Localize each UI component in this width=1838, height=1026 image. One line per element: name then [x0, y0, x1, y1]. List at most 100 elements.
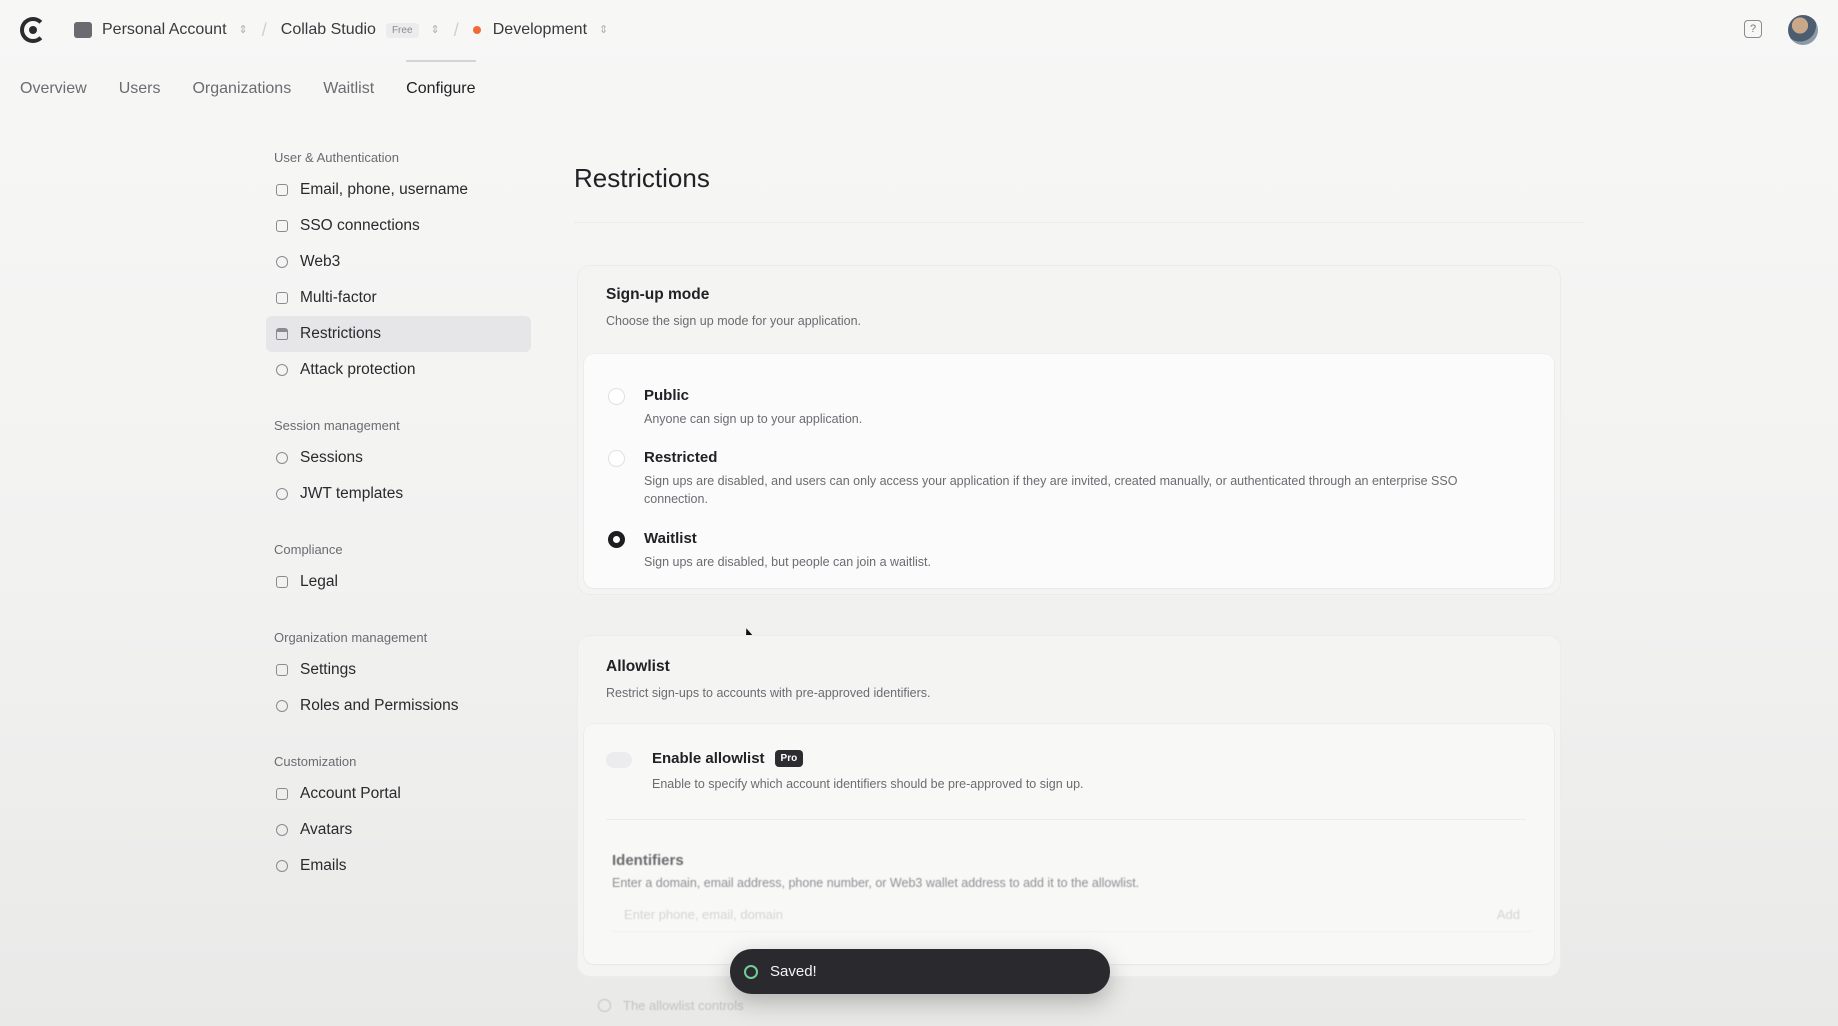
sso-icon [276, 220, 288, 232]
environment-switcher[interactable]: Development ⇕ [472, 21, 609, 39]
signup-mode-description: Choose the sign up mode for your applica… [606, 314, 862, 328]
lock-icon [276, 328, 288, 340]
sidebar-item-label: Attack protection [300, 361, 416, 378]
footer-note-text: The allowlist controls [623, 998, 744, 1013]
allowlist-card: Allowlist Restrict sign-ups to accounts … [578, 636, 1560, 976]
sidebar-item-label: Settings [300, 661, 357, 678]
environment-name: Development [492, 21, 588, 38]
sidebar-item-multi-factor[interactable]: Multi-factor [266, 280, 531, 316]
sidebar-item-attack-protection[interactable]: Attack protection [266, 352, 531, 388]
help-icon[interactable]: ? [1744, 20, 1762, 38]
breadcrumb-separator: / [261, 19, 267, 40]
option-description: Sign ups are disabled, but people can jo… [644, 555, 931, 569]
radio-public[interactable] [608, 388, 625, 405]
identifiers-description: Enter a domain, email address, phone num… [612, 876, 1140, 890]
identifiers-title: Identifiers [612, 852, 684, 869]
sidebar-item-label: Sessions [300, 449, 363, 466]
account-name: Personal Account [102, 21, 227, 38]
allowlist-description: Restrict sign-ups to accounts with pre-a… [606, 686, 931, 700]
contact-icon [276, 184, 288, 196]
tab-users[interactable]: Users [119, 60, 161, 116]
option-label: Restricted [644, 449, 718, 466]
sidebar-item-label: Email, phone, username [300, 181, 469, 198]
sidebar-section-title: Organization management [274, 630, 428, 645]
sidebar-item-jwt-templates[interactable]: JWT templates [266, 476, 531, 512]
jwt-icon [276, 488, 288, 500]
sidebar-item-label: JWT templates [300, 485, 404, 502]
sidebar-item-label: Web3 [300, 253, 341, 270]
multi-factor-icon [276, 292, 288, 304]
breadcrumb-separator: / [453, 19, 459, 40]
sidebar-item-restrictions[interactable]: Restrictions [266, 316, 531, 352]
sidebar-item-label: Multi-factor [300, 289, 377, 306]
main-tabs: Overview Users Organizations Waitlist Co… [20, 60, 508, 116]
sidebar-item-label: Emails [300, 857, 347, 874]
option-label: Waitlist [644, 530, 697, 547]
signup-mode-options: Public Anyone can sign up to your applic… [584, 354, 1554, 588]
sidebar-section-title: Customization [274, 754, 357, 769]
sidebar-item-email-phone-username[interactable]: Email, phone, username [266, 172, 531, 208]
radio-restricted[interactable] [608, 450, 625, 467]
sidebar-item-sso-connections[interactable]: SSO connections [266, 208, 531, 244]
sidebar-item-web3[interactable]: Web3 [266, 244, 531, 280]
enable-allowlist-label: Enable allowlist Pro [652, 750, 804, 767]
enable-allowlist-description: Enable to specify which account identifi… [652, 777, 1084, 791]
sidebar-item-avatars[interactable]: Avatars [266, 812, 531, 848]
avatar-icon [276, 824, 288, 836]
check-circle-icon [744, 964, 758, 979]
roles-icon [276, 700, 288, 712]
add-identifier-button[interactable]: Add [1497, 907, 1520, 922]
web3-icon [276, 256, 288, 268]
tab-waitlist[interactable]: Waitlist [323, 60, 374, 116]
sidebar-item-roles-and-permissions[interactable]: Roles and Permissions [266, 688, 531, 724]
divider [606, 819, 1526, 820]
application-name: Collab Studio [280, 21, 376, 38]
sidebar-item-label: Account Portal [300, 785, 401, 802]
sidebar-section-title: User & Authentication [274, 150, 400, 165]
info-icon [598, 999, 611, 1012]
tab-configure[interactable]: Configure [406, 60, 476, 116]
saved-toast: Saved! [730, 949, 1110, 994]
application-switcher[interactable]: Collab Studio Free ⇕ [281, 21, 440, 39]
chevron-updown-icon: ⇕ [430, 23, 440, 36]
sidebar-item-emails[interactable]: Emails [266, 848, 531, 884]
legal-icon [276, 576, 288, 588]
option-label: Public [644, 387, 690, 404]
sidebar-item-settings[interactable]: Settings [266, 652, 531, 688]
sidebar-section-title: Compliance [274, 542, 343, 557]
sidebar-item-label: Avatars [300, 821, 353, 838]
environment-status-dot [472, 26, 481, 34]
allowlist-title: Allowlist [606, 658, 670, 675]
tab-overview[interactable]: Overview [20, 60, 87, 116]
signup-mode-title: Sign-up mode [606, 286, 710, 303]
portal-icon [276, 788, 288, 800]
allowlist-footer-note: The allowlist controls [598, 998, 744, 1013]
enable-allowlist-toggle[interactable] [606, 752, 632, 768]
sidebar-item-label: Restrictions [300, 325, 381, 342]
chevron-updown-icon: ⇕ [238, 23, 248, 36]
sidebar-item-label: Legal [300, 573, 338, 590]
pro-badge: Pro [774, 750, 804, 767]
sidebar-item-label: SSO connections [300, 217, 420, 234]
plan-badge: Free [385, 22, 419, 38]
radio-waitlist[interactable] [608, 531, 625, 548]
building-icon [74, 22, 92, 38]
sidebar-item-account-portal[interactable]: Account Portal [266, 776, 531, 812]
signup-mode-card: Sign-up mode Choose the sign up mode for… [578, 266, 1560, 594]
user-avatar[interactable] [1788, 15, 1818, 45]
allowlist-settings: Enable allowlist Pro Enable to specify wh… [584, 724, 1554, 964]
settings-icon [276, 664, 288, 676]
at-sign-icon [276, 860, 288, 872]
settings-sidebar: User & Authentication Email, phone, user… [266, 150, 531, 884]
chevron-updown-icon: ⇕ [599, 23, 609, 36]
account-switcher[interactable]: Personal Account ⇕ [74, 21, 248, 39]
divider [574, 222, 1584, 223]
shield-icon [276, 364, 288, 376]
page-title: Restrictions [574, 163, 710, 193]
sidebar-item-legal[interactable]: Legal [266, 564, 531, 600]
sessions-icon [276, 452, 288, 464]
identifier-input[interactable]: Enter phone, email, domain Add [612, 896, 1532, 932]
app-logo-icon[interactable] [20, 17, 46, 43]
tab-organizations[interactable]: Organizations [192, 60, 291, 116]
sidebar-item-sessions[interactable]: Sessions [266, 440, 531, 476]
